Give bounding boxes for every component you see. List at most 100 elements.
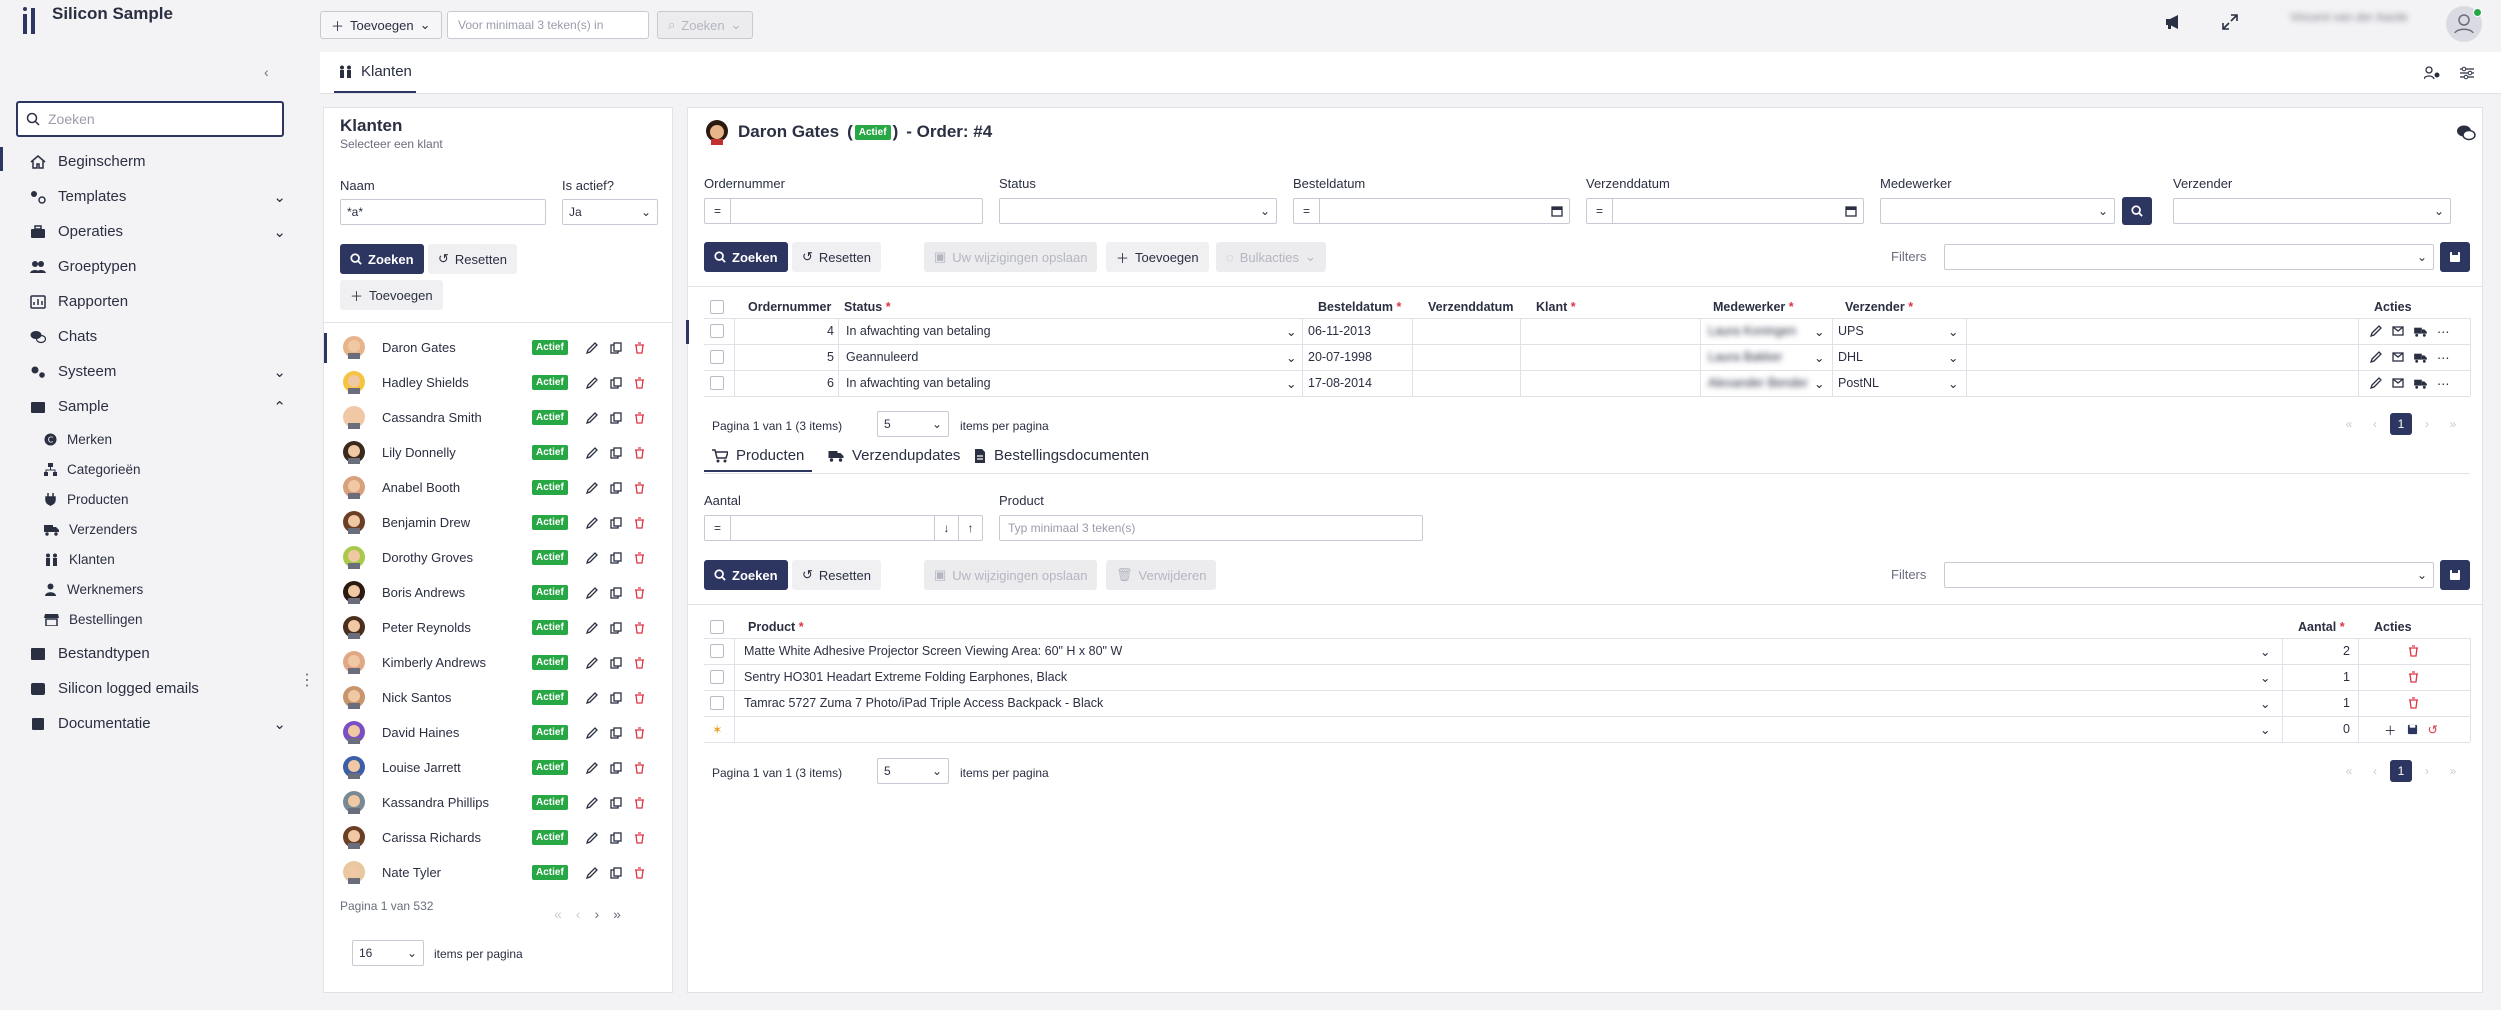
more-icon[interactable]: ⋯ xyxy=(2437,376,2450,391)
list-item[interactable]: Louise Jarrett Actief xyxy=(324,750,674,785)
cell-aantal[interactable]: 1 xyxy=(2284,690,2350,716)
col-besteldatum[interactable]: Besteldatum * xyxy=(1318,300,1401,314)
tab-klanten[interactable]: Klanten xyxy=(334,52,416,93)
user-settings-icon[interactable] xyxy=(2424,66,2440,80)
add-button[interactable]: ＋ Toevoegen ⌄ xyxy=(320,11,442,39)
fullscreen-icon[interactable] xyxy=(2222,14,2238,30)
delete-icon[interactable] xyxy=(634,376,645,389)
delete-icon[interactable] xyxy=(634,726,645,739)
cell-verzender[interactable]: DHL xyxy=(1838,344,1863,370)
list-item[interactable]: David Haines Actief xyxy=(324,715,674,750)
calendar-icon[interactable] xyxy=(1845,205,1857,217)
cell-ordernummer[interactable]: 4 xyxy=(738,318,834,344)
first-page-icon[interactable]: « xyxy=(2338,760,2360,782)
sidebar-item-chats[interactable]: Chats xyxy=(30,328,286,345)
edit-icon[interactable] xyxy=(586,341,598,354)
operator-select[interactable]: = xyxy=(705,199,731,223)
cell-product[interactable]: Matte White Adhesive Projector Screen Vi… xyxy=(744,638,1122,664)
filter-status-select[interactable]: ⌄ xyxy=(999,198,1277,224)
list-item[interactable]: Dorothy Groves Actief xyxy=(324,540,674,575)
cell-besteldatum[interactable]: 20-07-1998 xyxy=(1308,344,1372,370)
col-ordernummer[interactable]: Ordernummer xyxy=(748,300,831,314)
edit-icon[interactable] xyxy=(586,866,598,879)
page-button[interactable]: 1 xyxy=(2390,760,2412,782)
order-reset-button[interactable]: ↺ Resetten xyxy=(792,242,881,272)
kebab-menu-icon[interactable]: ⋮ xyxy=(299,673,315,689)
chevron-down-icon[interactable]: ⌄ xyxy=(1948,370,1958,396)
edit-icon[interactable] xyxy=(2370,377,2382,389)
calendar-icon[interactable] xyxy=(1551,205,1563,217)
sidebar-item-bestandtypen[interactable]: Bestandtypen xyxy=(30,645,286,662)
last-page-icon[interactable]: » xyxy=(2442,760,2464,782)
chevron-down-icon[interactable]: ⌄ xyxy=(1814,344,1824,370)
list-item[interactable]: Kimberly Andrews Actief xyxy=(324,645,674,680)
megaphone-icon[interactable] xyxy=(2164,14,2182,30)
saved-filters-select[interactable]: ⌄ xyxy=(1944,244,2434,270)
col-verzenddatum[interactable]: Verzenddatum xyxy=(1428,300,1513,314)
sidebar-item-silicon-logged-emails[interactable]: Silicon logged emails xyxy=(30,680,286,697)
table-row[interactable]: Sentry HO301 Headart Extreme Folding Ear… xyxy=(704,664,2470,690)
sort-down-icon[interactable]: ↓ xyxy=(934,516,958,540)
table-row[interactable]: 5 Geannuleerd ⌄ 20-07-1998 Laura Bakker ⌄ DHL ⌄… xyxy=(704,344,2470,370)
ship-icon[interactable] xyxy=(2414,352,2427,363)
list-item[interactable]: Boris Andrews Actief xyxy=(324,575,674,610)
chevron-down-icon[interactable]: ⌄ xyxy=(2260,638,2270,664)
col-aantal[interactable]: Aantal * xyxy=(2298,620,2345,634)
name-filter-input[interactable]: *a* xyxy=(340,199,546,225)
products-saved-filters-select[interactable]: ⌄ xyxy=(1944,562,2434,588)
col-verzender[interactable]: Verzender * xyxy=(1845,300,1913,314)
delete-icon[interactable] xyxy=(634,586,645,599)
edit-icon[interactable] xyxy=(586,551,598,564)
global-search-button[interactable]: ⌕ Zoeken ⌄ xyxy=(657,11,753,39)
sidebar-item-sample[interactable]: Sample ⌃ xyxy=(30,398,286,416)
list-item[interactable]: Benjamin Drew Actief xyxy=(324,505,674,540)
col-status[interactable]: Status * xyxy=(844,300,891,314)
brand[interactable]: Silicon Sample xyxy=(22,4,173,36)
orders-per-page-select[interactable]: 5 ⌄ xyxy=(877,411,949,437)
delete-icon[interactable] xyxy=(634,411,645,424)
copy-icon[interactable] xyxy=(610,866,622,879)
bulk-actions-button[interactable]: ◌ Bulkacties ⌄ xyxy=(1216,242,1326,272)
sidebar-subitem-producten[interactable]: Producten xyxy=(44,492,129,507)
delete-icon[interactable] xyxy=(634,656,645,669)
cell-medewerker[interactable]: Alexander Bender xyxy=(1708,370,1808,396)
cell-ordernummer[interactable]: 6 xyxy=(738,370,834,396)
last-page-icon[interactable]: » xyxy=(2442,413,2464,435)
delete-icon[interactable] xyxy=(634,516,645,529)
sidebar-subitem-verzenders[interactable]: Verzenders xyxy=(44,522,137,537)
edit-icon[interactable] xyxy=(586,481,598,494)
chevron-down-icon[interactable]: ⌄ xyxy=(1814,318,1824,344)
copy-icon[interactable] xyxy=(610,691,622,704)
select-all-checkbox[interactable] xyxy=(710,620,724,634)
delete-icon[interactable] xyxy=(634,691,645,704)
edit-icon[interactable] xyxy=(586,691,598,704)
cell-product[interactable]: Tamrac 5727 Zuma 7 Photo/iPad Triple Acc… xyxy=(744,690,1103,716)
table-row[interactable]: 4 In afwachting van betaling ⌄ 06-11-2013 La… xyxy=(704,318,2470,344)
cell-product[interactable]: Sentry HO301 Headart Extreme Folding Ear… xyxy=(744,664,1067,690)
operator-select[interactable]: = xyxy=(1587,199,1613,223)
chevron-down-icon[interactable]: ⌄ xyxy=(1286,370,1296,396)
order-save-button[interactable]: ▣ Uw wijzigingen opslaan xyxy=(924,242,1098,272)
edit-icon[interactable] xyxy=(586,656,598,669)
cell-medewerker[interactable]: Laura Koningen xyxy=(1708,318,1796,344)
order-search-button[interactable]: Zoeken xyxy=(704,242,788,272)
copy-icon[interactable] xyxy=(610,656,622,669)
more-icon[interactable]: ⋯ xyxy=(2437,324,2450,339)
row-checkbox[interactable] xyxy=(710,350,724,364)
chevron-down-icon[interactable]: ⌄ xyxy=(1286,318,1296,344)
edit-icon[interactable] xyxy=(586,796,598,809)
email-icon[interactable] xyxy=(2392,326,2404,336)
customers-search-button[interactable]: Zoeken xyxy=(340,244,424,274)
list-item[interactable]: Lily Donnelly Actief xyxy=(324,435,674,470)
select-all-checkbox[interactable] xyxy=(710,300,724,314)
sidebar-item-rapporten[interactable]: Rapporten xyxy=(30,293,286,310)
edit-icon[interactable] xyxy=(586,586,598,599)
sidebar-subitem-bestellingen[interactable]: Bestellingen xyxy=(44,612,143,627)
products-delete-button[interactable]: 🗑 Verwijderen xyxy=(1106,560,1217,590)
collapse-sidebar-icon[interactable]: ‹ xyxy=(264,64,269,80)
sliders-icon[interactable] xyxy=(2460,66,2474,80)
more-icon[interactable]: ⋯ xyxy=(2437,350,2450,365)
next-page-icon[interactable]: › xyxy=(2416,413,2438,435)
comments-icon[interactable] xyxy=(2456,124,2476,142)
list-item[interactable]: Hadley Shields Actief xyxy=(324,365,674,400)
